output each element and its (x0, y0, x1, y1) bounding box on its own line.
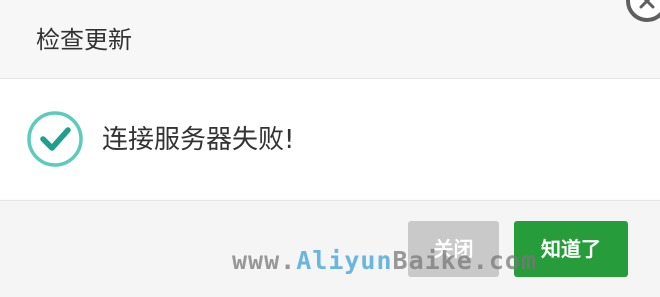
dialog-header: 检查更新 (0, 0, 660, 79)
watermark-prefix: www. (232, 246, 297, 275)
dialog-content: 连接服务器失败! (0, 79, 660, 199)
dialog-message: 连接服务器失败! (102, 125, 295, 155)
watermark-suffix: .com (472, 246, 538, 275)
update-check-dialog: 检查更新 连接服务器失败! 关闭 知道了 www.AliyunBaike.com (0, 0, 660, 297)
watermark-brand-b: Baike (392, 246, 473, 275)
watermark-brand-a: Aliyun (296, 246, 393, 275)
close-icon (639, 0, 655, 9)
check-circle-icon (27, 111, 83, 167)
dialog-title: 检查更新 (36, 26, 132, 54)
watermark: www.AliyunBaike.com (232, 246, 537, 275)
